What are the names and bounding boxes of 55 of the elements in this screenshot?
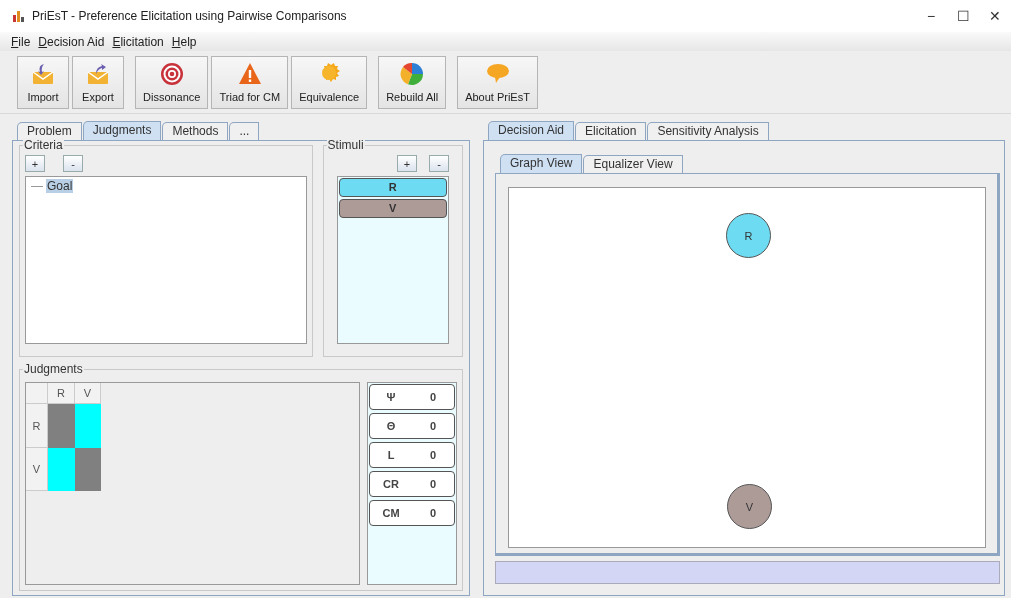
minimize-button[interactable]: − <box>915 8 947 24</box>
toolbar-button[interactable]: Export <box>72 55 124 109</box>
tree-item[interactable]: Goal <box>46 179 74 193</box>
close-button[interactable]: ✕ <box>979 8 1011 24</box>
tab[interactable]: Judgments <box>82 121 162 140</box>
toolbar-button[interactable]: About PriEsT <box>457 55 538 109</box>
tab[interactable]: Sensitivity Analysis <box>647 122 769 140</box>
add-button[interactable]: + <box>397 155 417 172</box>
matrix-cell[interactable] <box>48 404 75 448</box>
group-title: Criteria <box>23 138 64 152</box>
pie-chart-icon <box>400 61 425 86</box>
matrix-cell[interactable] <box>75 448 101 491</box>
stimulus-item[interactable]: R <box>338 178 447 197</box>
envelope-arrow-icon <box>31 61 55 86</box>
remove-button[interactable]: - <box>63 155 83 172</box>
menu-item[interactable]: Decision Aid <box>35 34 108 49</box>
warning-icon <box>237 61 262 86</box>
graph-node[interactable]: R <box>726 213 771 258</box>
matrix-cell[interactable] <box>75 404 101 448</box>
indicator-button[interactable]: Ψ 0 <box>369 384 455 410</box>
menu-item[interactable]: File <box>8 34 34 49</box>
indicator-button[interactable]: Θ 0 <box>369 413 455 439</box>
remove-button[interactable]: - <box>429 155 449 172</box>
maximize-button[interactable]: ☐ <box>947 8 979 24</box>
menu-item[interactable]: Help <box>168 34 200 49</box>
tab[interactable]: Elicitation <box>575 122 647 140</box>
indicator-button[interactable]: L 0 <box>369 442 455 468</box>
menu-item[interactable]: Elicitation <box>109 34 167 49</box>
row-header: R <box>26 404 48 448</box>
toolbar-button[interactable]: Rebuild All <box>378 55 447 109</box>
add-button[interactable]: + <box>25 155 45 172</box>
graph-node[interactable]: V <box>727 484 772 529</box>
toolbar-button[interactable]: Dissonance <box>135 55 209 109</box>
indicator-button[interactable]: CR 0 <box>369 471 455 497</box>
matrix-cell[interactable] <box>48 448 75 491</box>
tab[interactable]: Graph View <box>500 154 583 173</box>
group-title: Stimuli <box>326 138 365 152</box>
toolbar-button[interactable]: Import <box>17 55 69 109</box>
toolbar-button[interactable]: Equivalence <box>291 55 368 109</box>
app-icon <box>12 9 26 23</box>
stimulus-item[interactable]: V <box>338 199 447 218</box>
tab[interactable]: Methods <box>162 122 229 140</box>
column-header: R <box>48 383 75 404</box>
tab[interactable]: Decision Aid <box>488 121 575 140</box>
toolbar-button[interactable]: Triad for CM <box>211 55 289 109</box>
column-header: V <box>75 383 101 404</box>
envelope-arrow-icon <box>86 61 110 86</box>
target-icon <box>159 61 184 86</box>
group-title: Judgments <box>23 362 84 376</box>
tab[interactable]: Equalizer View <box>583 155 683 173</box>
tab[interactable]: ... <box>229 122 260 140</box>
window-title: PriEsT - Preference Elicitation using Pairwise Comparisons <box>32 9 347 23</box>
row-header: V <box>26 448 48 491</box>
tab[interactable]: Problem <box>17 122 82 140</box>
indicator-button[interactable]: CM 0 <box>369 500 455 526</box>
